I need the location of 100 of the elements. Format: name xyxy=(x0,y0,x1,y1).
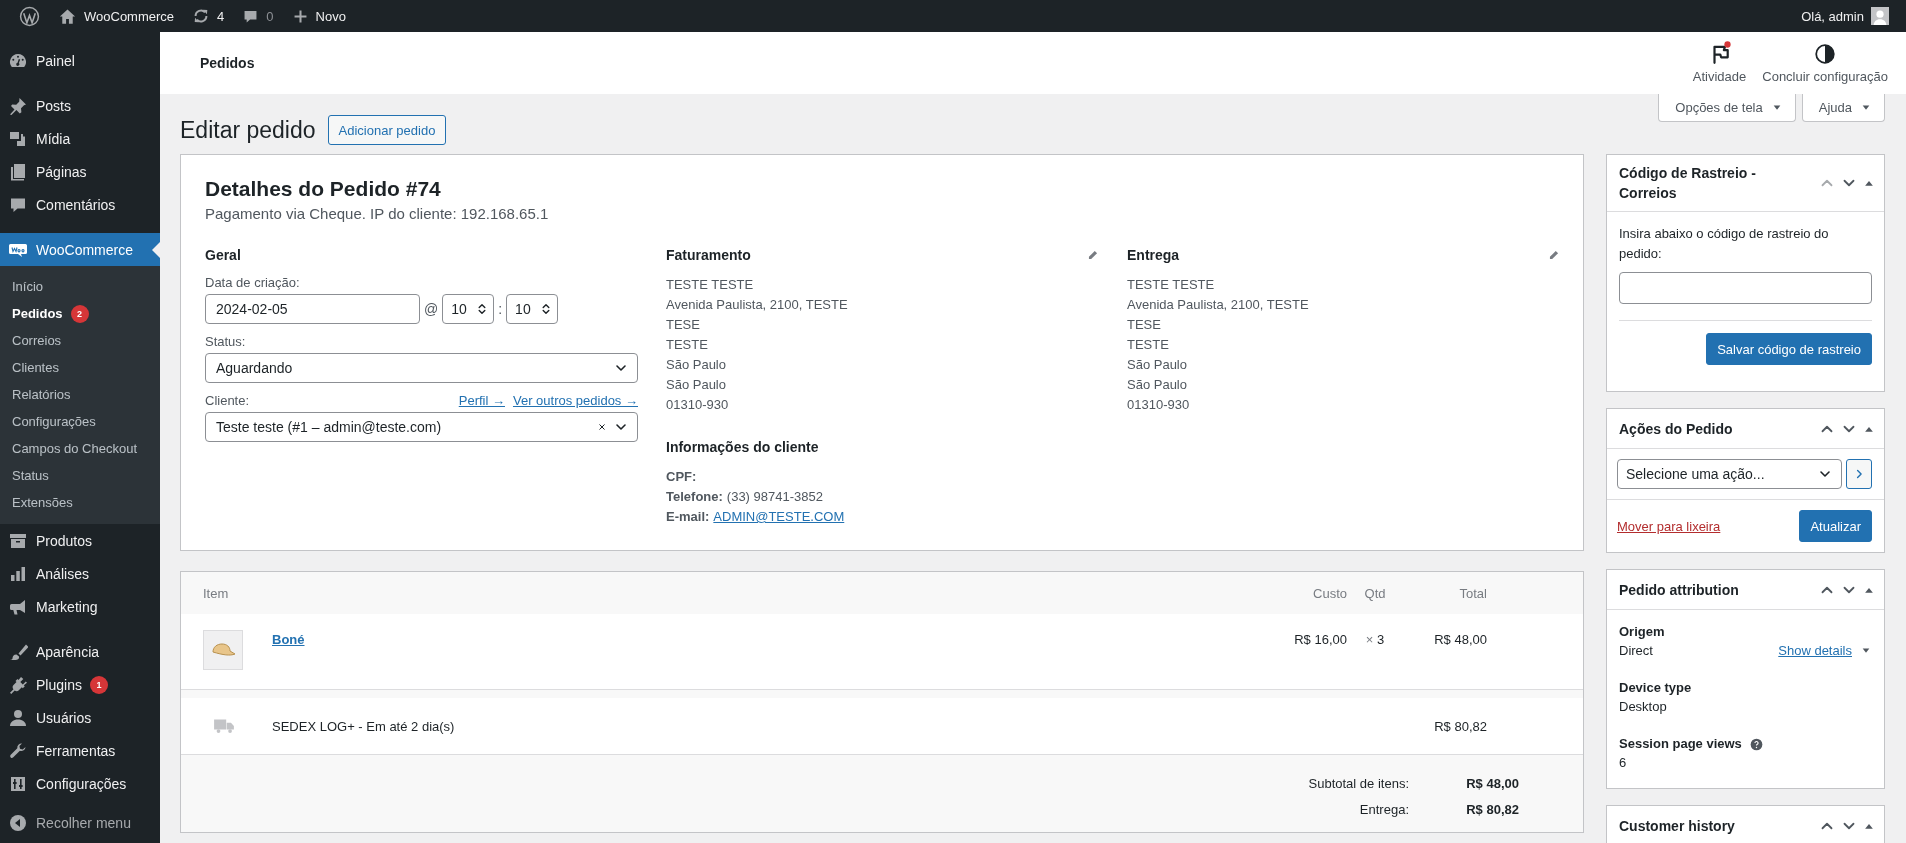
updates-link[interactable]: 4 xyxy=(183,0,234,32)
order-title: Detalhes do Pedido #74 xyxy=(205,177,442,201)
submenu-item[interactable]: Configurações xyxy=(0,408,160,435)
address-line: 01310-930 xyxy=(1127,396,1191,414)
column-header: Custo xyxy=(1312,585,1347,601)
address-line: São Paulo xyxy=(1127,356,1188,374)
address-line: Avenida Paulista, 2100, TESTE xyxy=(666,296,849,314)
column-header: Item xyxy=(203,585,230,601)
customer-link[interactable]: Ver outros pedidos → xyxy=(512,393,638,408)
customer-link[interactable]: Perfil → xyxy=(458,393,505,408)
box-title: Código de Rastreio - Correios xyxy=(1619,164,1757,203)
submenu-item[interactable]: Clientes xyxy=(0,354,160,381)
action-select[interactable]: Selecione uma ação... xyxy=(1617,459,1842,489)
tracking-code-field[interactable] xyxy=(1619,272,1872,304)
menu-item[interactable]: Páginas xyxy=(0,155,160,188)
header-action-link[interactable]: Atividade xyxy=(1684,42,1755,84)
page-title: Editar pedido xyxy=(180,116,316,144)
submenu-item[interactable]: Extensões xyxy=(0,489,160,516)
avatar-icon xyxy=(1871,7,1889,25)
menu-item[interactable]: Marketing xyxy=(0,590,160,623)
total-label: Subtotal de itens: xyxy=(1308,775,1409,793)
info-label: CPF: xyxy=(666,468,697,486)
add-order-button[interactable]: Adicionar pedido xyxy=(327,115,447,145)
half-circle-icon xyxy=(1814,42,1837,65)
menu-item[interactable]: Plugins 1 xyxy=(0,668,160,701)
submenu-item[interactable]: Status xyxy=(0,462,160,489)
pencil-icon[interactable] xyxy=(1086,248,1099,262)
product-link[interactable]: Boné xyxy=(272,632,305,647)
column-header: Qtd xyxy=(1363,585,1387,601)
customer-select[interactable]: Teste teste (#1 – admin@teste.com) xyxy=(205,412,638,442)
address-line: 01310-930 xyxy=(666,396,730,414)
cost-value: R$ 16,00 xyxy=(1293,631,1347,649)
new-content-link[interactable]: Novo xyxy=(282,0,355,32)
time-separator: : xyxy=(498,301,503,317)
field-label: Data de criação: xyxy=(205,275,300,290)
address-line: Avenida Paulista, 2100, TESTE xyxy=(1127,296,1310,314)
menu-item[interactable]: Configurações xyxy=(0,767,160,800)
section-heading: Entrega xyxy=(1127,247,1180,263)
user-icon xyxy=(8,707,28,728)
minute-field[interactable]: 10 xyxy=(506,294,559,324)
menu-item[interactable]: Aparência xyxy=(0,635,160,668)
order-subtitle: Pagamento via Cheque. IP do cliente: 192.168.65.1 xyxy=(205,205,550,222)
date-field[interactable]: 2024-02-05 xyxy=(205,294,420,324)
menu-item[interactable]: Comentários xyxy=(0,188,160,221)
menu-item[interactable]: Posts xyxy=(0,89,160,122)
submenu-item[interactable]: Início xyxy=(0,273,160,300)
field-value: Desktop xyxy=(1619,698,1667,716)
shipping-method: SEDEX LOG+ - Em até 2 dia(s) xyxy=(272,718,456,734)
hour-field[interactable]: 10 xyxy=(442,294,495,324)
collapse-menu-button[interactable]: Recolher menu xyxy=(0,806,160,839)
menu-item[interactable]: Análises xyxy=(0,557,160,590)
pushpin-icon xyxy=(8,95,28,116)
address-line: TESTE TESTE xyxy=(1127,276,1216,294)
total-value: R$ 80,82 xyxy=(1465,801,1519,819)
update-button[interactable]: Atualizar xyxy=(1799,510,1872,542)
apply-action-button[interactable] xyxy=(1846,459,1872,489)
show-details-link[interactable]: Show details xyxy=(1778,642,1872,660)
screen-tab-button[interactable]: Ajuda xyxy=(1801,94,1885,122)
pencil-icon[interactable] xyxy=(1547,248,1560,262)
field-label: Origem xyxy=(1619,623,1665,641)
menu-item[interactable]: Ferramentas xyxy=(0,734,160,767)
comments-link[interactable]: 0 xyxy=(233,0,283,32)
move-to-trash-link[interactable]: Mover para lixeira xyxy=(1617,518,1721,534)
logo-icon xyxy=(19,5,40,27)
submenu-item[interactable]: Campos do Checkout xyxy=(0,435,160,462)
address-line: TESTE xyxy=(666,336,709,354)
clear-icon[interactable] xyxy=(597,422,607,432)
account-link[interactable]: Olá, admin xyxy=(1792,0,1898,32)
menu-item[interactable]: Usuários xyxy=(0,701,160,734)
menu-item[interactable]: Painel xyxy=(0,44,160,77)
at-sign: @ xyxy=(424,301,439,317)
save-tracking-button[interactable]: Salvar código de rastreio xyxy=(1706,333,1872,365)
menu-item[interactable]: Mídia xyxy=(0,122,160,155)
status-select[interactable]: Aguardando xyxy=(205,353,638,383)
address-line: São Paulo xyxy=(1127,376,1188,394)
info-value: (33) 98741-3852 xyxy=(726,488,823,506)
menu-item[interactable]: WooCommerce xyxy=(0,233,160,266)
address-line: São Paulo xyxy=(666,356,727,374)
count-badge: 1 xyxy=(89,675,108,694)
wrench-icon xyxy=(8,740,28,761)
submenu-item[interactable]: Correios xyxy=(0,327,160,354)
screen-tab-button[interactable]: Opções de tela xyxy=(1658,94,1796,122)
home-icon xyxy=(58,6,77,26)
box-title: Ações do Pedido xyxy=(1619,419,1734,439)
line-total: R$ 48,00 xyxy=(1433,631,1487,649)
email-link[interactable]: ADMIN@TESTE.COM xyxy=(713,507,845,527)
address-line: TESTE xyxy=(1127,336,1170,354)
site-name-link[interactable]: WooCommerce xyxy=(49,0,184,32)
section-heading: Faturamento xyxy=(666,247,751,263)
total-label: Entrega: xyxy=(1358,801,1409,819)
info-label: Telefone: xyxy=(666,488,723,506)
submenu-item[interactable]: Pedidos 2 xyxy=(0,300,160,327)
address-line: São Paulo xyxy=(666,376,727,394)
header-action-link[interactable]: Concluir configuração xyxy=(1754,42,1896,84)
submenu-item[interactable]: Relatórios xyxy=(0,381,160,408)
help-icon[interactable] xyxy=(1749,737,1763,751)
product-photo xyxy=(203,630,243,670)
field-value: Direct xyxy=(1619,642,1653,660)
menu-item[interactable]: Produtos xyxy=(0,524,160,557)
plug-icon xyxy=(8,674,28,695)
